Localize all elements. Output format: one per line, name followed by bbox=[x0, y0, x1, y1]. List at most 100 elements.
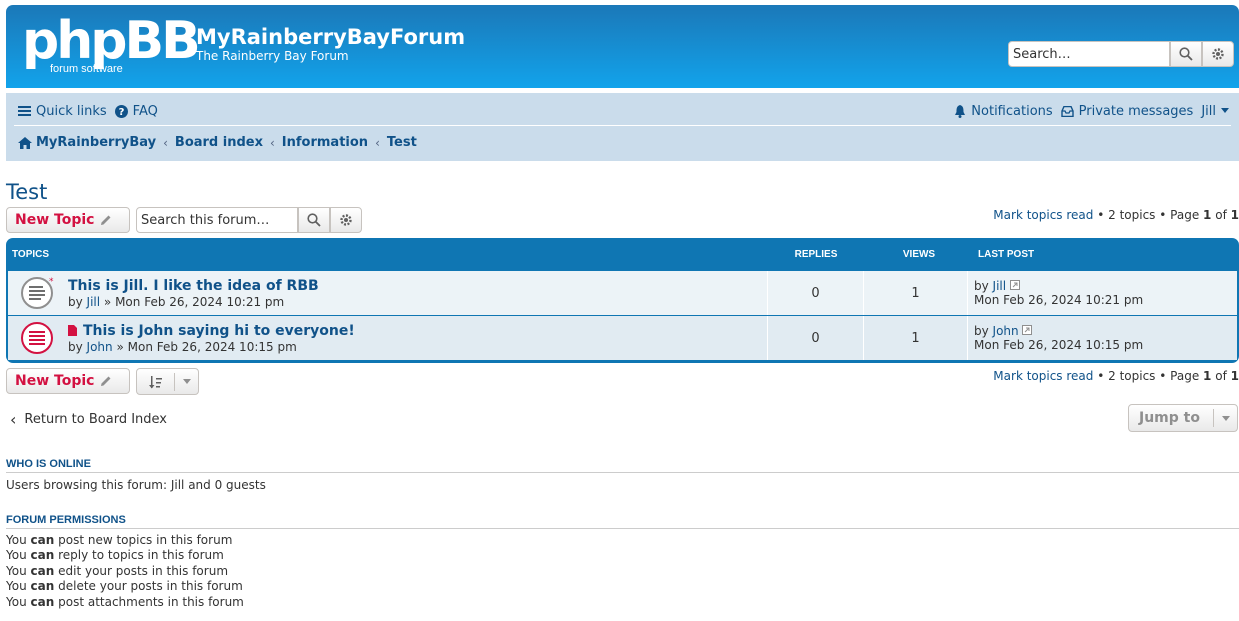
topic-unread-red-icon bbox=[21, 322, 53, 354]
new-topic-label: New Topic bbox=[15, 373, 95, 389]
table-row: * This is Jill. I like the idea of RBB b… bbox=[8, 271, 1237, 315]
page-total: 1 bbox=[1230, 369, 1239, 383]
site-description: The Rainberry Bay Forum bbox=[196, 49, 349, 63]
permission-line: You can edit your posts in this forum bbox=[6, 564, 229, 578]
sort-options-button[interactable] bbox=[136, 368, 199, 395]
who-is-online-text: Users browsing this forum: Jill and 0 gu… bbox=[6, 478, 266, 492]
header-search-input[interactable] bbox=[1008, 41, 1170, 67]
caret-down-icon bbox=[182, 379, 191, 384]
topic-last-post: by Jill Mon Feb 26, 2024 10:21 pm bbox=[974, 279, 1144, 307]
topic-last-post: by John Mon Feb 26, 2024 10:15 pm bbox=[974, 324, 1144, 352]
forum-advanced-search-button[interactable] bbox=[330, 207, 362, 233]
topic-author-link[interactable]: Jill bbox=[87, 295, 101, 309]
new-topic-button-bottom[interactable]: New Topic bbox=[6, 368, 130, 394]
forum-search-button[interactable] bbox=[298, 207, 330, 233]
topic-count: 2 topics bbox=[1108, 369, 1156, 383]
forum-permissions-heading: FORUM PERMISSIONS bbox=[6, 514, 1239, 529]
pagination-top: Mark topics read • 2 topics • Page 1 of … bbox=[993, 208, 1239, 222]
topic-author-link[interactable]: John bbox=[87, 340, 113, 354]
private-messages-label: Private messages bbox=[1078, 103, 1194, 119]
topic-views: 1 bbox=[864, 271, 968, 315]
topic-title-link[interactable]: This is Jill. I like the idea of RBB bbox=[68, 278, 319, 294]
topic-views: 1 bbox=[864, 316, 968, 360]
bell-icon bbox=[955, 104, 966, 118]
forum-search-input[interactable] bbox=[136, 207, 298, 233]
navbar-divider bbox=[14, 125, 1231, 126]
header-last-post: LAST POST bbox=[978, 249, 1035, 260]
page-title[interactable]: Test bbox=[6, 180, 47, 204]
forum-search bbox=[136, 207, 362, 233]
chevron-left-icon: ‹ bbox=[163, 135, 168, 150]
permission-line: You can delete your posts in this forum bbox=[6, 579, 243, 593]
breadcrumb: MyRainberryBay ‹ Board index ‹ Informati… bbox=[18, 135, 417, 150]
gear-icon bbox=[340, 214, 352, 226]
page-prefix: Page bbox=[1170, 208, 1200, 222]
page-current: 1 bbox=[1203, 208, 1212, 222]
topic-unread-icon: * bbox=[21, 277, 54, 309]
return-label: Return to Board Index bbox=[24, 412, 167, 427]
hamburger-icon bbox=[18, 106, 31, 116]
caret-down-icon bbox=[1221, 108, 1229, 113]
sort-icon bbox=[148, 375, 162, 388]
breadcrumb-test[interactable]: Test bbox=[387, 135, 417, 150]
topic-replies: 0 bbox=[768, 316, 864, 360]
goto-post-icon[interactable] bbox=[1009, 280, 1020, 290]
header-search-button[interactable] bbox=[1170, 41, 1202, 67]
breadcrumb-information[interactable]: Information bbox=[282, 135, 368, 150]
svg-text:*: * bbox=[49, 277, 54, 287]
mark-topics-read-link[interactable]: Mark topics read bbox=[993, 208, 1093, 222]
page-prefix: Page bbox=[1170, 369, 1200, 383]
new-topic-button[interactable]: New Topic bbox=[6, 207, 130, 233]
notifications-label: Notifications bbox=[971, 103, 1053, 119]
username: Jill bbox=[1201, 103, 1216, 119]
site-header: phpBB forum software MyRainberryBayForum… bbox=[6, 5, 1239, 88]
search-icon bbox=[1179, 47, 1193, 61]
user-menu[interactable]: Jill bbox=[1201, 104, 1229, 119]
jump-to-button[interactable]: Jump to bbox=[1128, 404, 1238, 432]
faq-link[interactable]: ? FAQ bbox=[114, 104, 158, 119]
header-search bbox=[1008, 41, 1234, 67]
private-messages-link[interactable]: Private messages bbox=[1060, 103, 1194, 119]
quick-links-menu[interactable]: Quick links bbox=[18, 104, 107, 119]
chevron-left-icon: ‹ bbox=[269, 135, 275, 150]
topic-replies: 0 bbox=[768, 271, 864, 315]
breadcrumb-home[interactable]: MyRainberryBay bbox=[36, 135, 156, 150]
last-post-date: Mon Feb 26, 2024 10:21 pm bbox=[974, 293, 1144, 307]
topic-date: Mon Feb 26, 2024 10:21 pm bbox=[115, 294, 285, 309]
notifications-link[interactable]: Notifications bbox=[954, 103, 1053, 119]
breadcrumb-board-index[interactable]: Board index bbox=[175, 135, 263, 150]
mark-topics-read-link[interactable]: Mark topics read bbox=[993, 369, 1093, 383]
topic-title: This is John saying hi to everyone! bbox=[83, 322, 355, 339]
svg-text:?: ? bbox=[118, 107, 124, 118]
permission-line: You can post new topics in this forum bbox=[6, 533, 233, 547]
pencil-icon bbox=[101, 215, 111, 225]
logo-subtext: forum software bbox=[50, 63, 123, 75]
header-topics: TOPICS bbox=[12, 249, 50, 260]
topic-list-header: TOPICS REPLIES VIEWS LAST POST bbox=[8, 238, 1237, 271]
topic-title-link[interactable]: This is John saying hi to everyone! bbox=[68, 323, 355, 339]
page-total: 1 bbox=[1230, 208, 1239, 222]
permission-line: You can reply to topics in this forum bbox=[6, 548, 224, 562]
last-post-author-link[interactable]: Jill bbox=[993, 279, 1007, 293]
new-topic-label: New Topic bbox=[15, 212, 95, 228]
return-to-board-link[interactable]: ‹ Return to Board Index bbox=[10, 410, 167, 429]
page-of: of bbox=[1215, 208, 1227, 222]
permission-line: You can post attachments in this forum bbox=[6, 595, 244, 609]
last-post-author-link[interactable]: John bbox=[993, 324, 1019, 338]
file-icon bbox=[68, 325, 77, 336]
topic-date: Mon Feb 26, 2024 10:15 pm bbox=[127, 339, 297, 354]
home-icon bbox=[18, 136, 32, 149]
last-post-date: Mon Feb 26, 2024 10:15 pm bbox=[974, 338, 1144, 352]
header-views: VIEWS bbox=[902, 249, 936, 260]
table-row: This is John saying hi to everyone! by J… bbox=[8, 316, 1237, 360]
goto-post-icon[interactable] bbox=[1022, 325, 1033, 335]
gear-icon bbox=[1212, 48, 1224, 60]
logo-text: phpBB bbox=[22, 11, 201, 71]
header-advanced-search-button[interactable] bbox=[1202, 41, 1234, 67]
site-name[interactable]: MyRainberryBayForum bbox=[196, 25, 465, 49]
jump-to-label: Jump to bbox=[1139, 410, 1200, 426]
pencil-icon bbox=[101, 376, 111, 386]
page-current: 1 bbox=[1203, 369, 1212, 383]
phpbb-logo[interactable]: phpBB forum software bbox=[22, 13, 201, 79]
question-icon: ? bbox=[114, 104, 128, 118]
